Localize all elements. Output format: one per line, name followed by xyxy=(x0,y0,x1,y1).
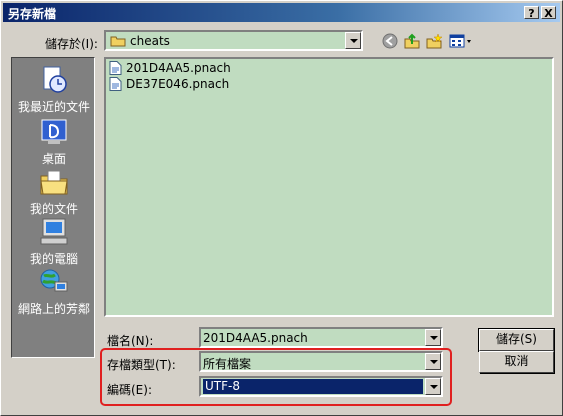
place-my-documents[interactable]: 我的文件 xyxy=(12,166,96,217)
file-icon xyxy=(109,77,122,91)
help-button[interactable]: ? xyxy=(524,6,539,20)
file-list[interactable]: 201D4AA5.pnach DE37E046.pnach xyxy=(104,57,554,317)
filename-input[interactable]: 201D4AA5.pnach xyxy=(203,331,308,345)
place-my-computer[interactable]: 我的電腦 xyxy=(12,216,96,267)
my-computer-icon xyxy=(40,218,68,245)
save-as-dialog: 另存新檔 ? X 儲存於(I): cheats 我最近的文件 桌面 我的文件 我… xyxy=(0,0,563,416)
folder-icon xyxy=(110,36,126,47)
network-places-icon xyxy=(40,269,68,292)
place-label: 網路上的芳鄰 xyxy=(17,302,90,316)
new-folder-icon[interactable] xyxy=(425,32,443,50)
recent-documents-icon xyxy=(43,66,67,93)
file-name: 201D4AA5.pnach xyxy=(126,61,231,75)
place-desktop[interactable]: 桌面 xyxy=(12,116,96,167)
place-label: 我最近的文件 xyxy=(17,100,90,114)
places-bar: 我最近的文件 桌面 我的文件 我的電腦 網路上的芳鄰 xyxy=(11,57,95,358)
place-label: 我的電腦 xyxy=(29,252,78,266)
save-button[interactable]: 儲存(S) xyxy=(478,328,555,352)
place-label: 我的文件 xyxy=(29,202,78,216)
filename-label: 檔名(N): xyxy=(107,334,154,348)
window-title: 另存新檔 xyxy=(8,7,57,21)
save-in-combo[interactable]: cheats xyxy=(104,30,363,51)
filename-combo[interactable]: 201D4AA5.pnach xyxy=(199,327,443,348)
save-in-dropdown-button[interactable] xyxy=(345,32,361,49)
save-in-value: cheats xyxy=(130,34,170,48)
title-bar[interactable]: 另存新檔 ? X xyxy=(3,3,560,22)
place-recent-documents[interactable]: 我最近的文件 xyxy=(12,64,96,115)
filename-dropdown-button[interactable] xyxy=(425,329,441,346)
place-label: 桌面 xyxy=(41,152,66,166)
my-documents-icon xyxy=(40,170,68,195)
view-menu-icon[interactable] xyxy=(449,32,473,50)
file-name: DE37E046.pnach xyxy=(126,77,230,91)
back-icon[interactable] xyxy=(381,32,399,50)
place-network-places[interactable]: 網路上的芳鄰 xyxy=(12,266,96,317)
file-icon xyxy=(109,61,122,75)
save-in-label: 儲存於(I): xyxy=(45,37,98,51)
close-button[interactable]: X xyxy=(541,6,556,20)
up-folder-icon[interactable] xyxy=(403,32,421,50)
cancel-button[interactable]: 取消 xyxy=(479,351,554,373)
annotation-highlight-box xyxy=(100,348,452,406)
desktop-icon xyxy=(41,119,67,144)
